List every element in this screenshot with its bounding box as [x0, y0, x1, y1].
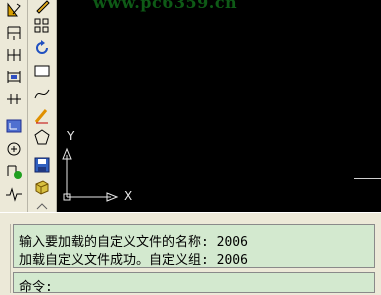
ucs-x-label: X [124, 189, 133, 203]
dim-baseline-icon[interactable] [3, 67, 24, 86]
command-history-line: 输入要加载的自定义文件的名称: 2006 [19, 235, 248, 250]
pencil-icon[interactable] [31, 0, 52, 15]
cursor-icon[interactable] [3, 1, 24, 20]
save-icon[interactable] [31, 155, 52, 174]
drawing-canvas[interactable]: www.pc6359.cn Y X [57, 0, 381, 212]
center-mark-icon[interactable] [3, 139, 24, 158]
dimension-toolbar [0, 0, 28, 212]
command-window: 输入要加载的自定义文件的名称: 2006 加载自定义文件成功。自定义组: 200… [0, 219, 381, 295]
insert-block-icon[interactable] [31, 177, 52, 196]
ucs-icon[interactable] [3, 116, 24, 135]
pentagon-icon[interactable] [31, 127, 52, 146]
array-icon[interactable] [31, 16, 52, 35]
spline-icon[interactable] [31, 84, 52, 103]
ucs-axis-icon [62, 147, 119, 202]
rectangle-icon[interactable] [31, 61, 52, 80]
dim-update-icon[interactable] [3, 161, 24, 180]
splitter-bar[interactable] [0, 212, 381, 219]
dim-linear-icon[interactable] [3, 23, 24, 42]
command-prompt: 命令: [19, 280, 53, 295]
command-history-line: 加载自定义文件成功。自定义组: 2006 [19, 253, 248, 268]
command-history: 输入要加载的自定义文件的名称: 2006 加载自定义文件成功。自定义组: 200… [13, 224, 375, 268]
edit-icon[interactable] [31, 106, 52, 125]
ucs-y-label: Y [67, 129, 75, 143]
modify-toolbar [28, 0, 57, 212]
dim-aligned-icon[interactable] [3, 45, 24, 64]
drawing-line [354, 178, 381, 179]
jog-line-icon[interactable] [3, 184, 24, 203]
command-window-grip[interactable] [3, 224, 11, 293]
dim-continue-icon[interactable] [3, 89, 24, 108]
command-input[interactable]: 命令: [13, 272, 375, 295]
rotate-icon[interactable] [31, 38, 52, 57]
